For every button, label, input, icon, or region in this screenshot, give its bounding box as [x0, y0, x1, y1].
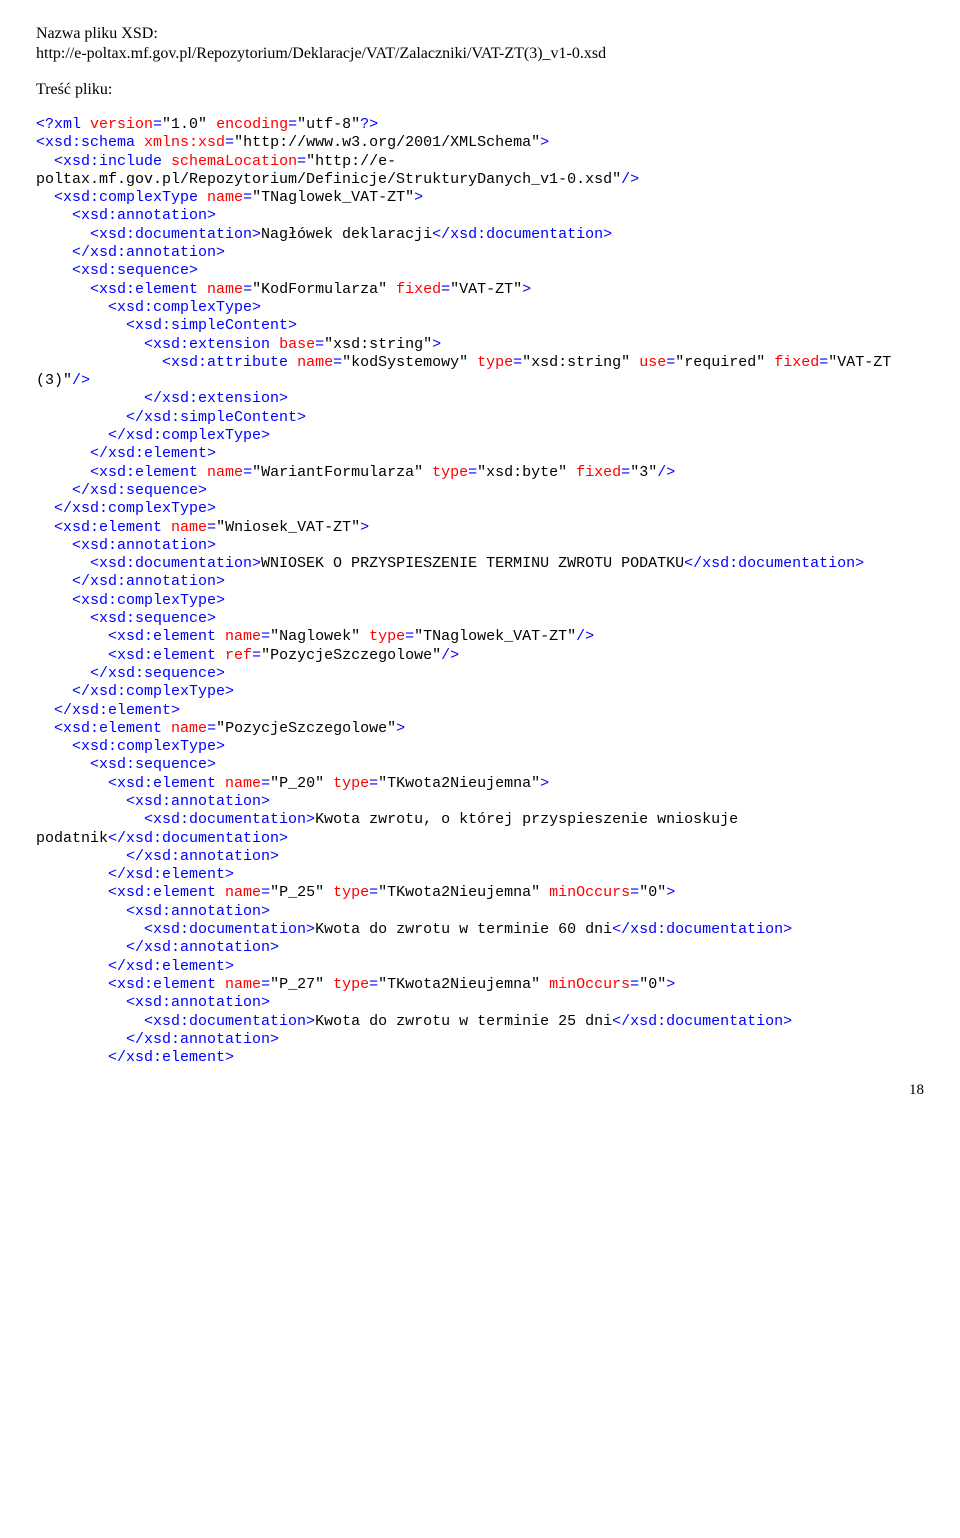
xsd-filename-label: Nazwa pliku XSD: — [36, 24, 924, 44]
xsd-code-block: <?xml version="1.0" encoding="utf-8"?> <… — [36, 116, 924, 1067]
page-number: 18 — [36, 1081, 924, 1100]
file-content-label: Treść pliku: — [36, 80, 924, 100]
xsd-filename-url: http://e-poltax.mf.gov.pl/Repozytorium/D… — [36, 44, 924, 64]
